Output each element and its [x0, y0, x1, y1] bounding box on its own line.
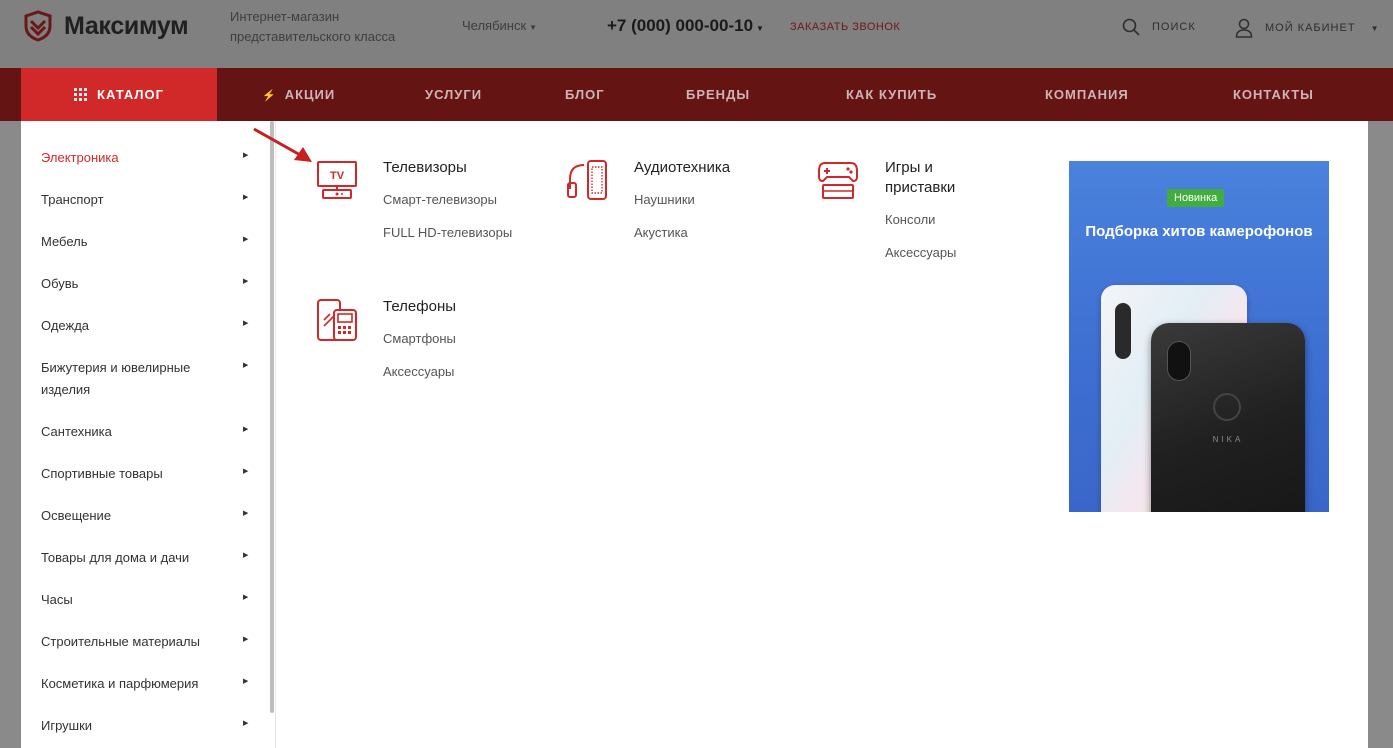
tagline: Интернет-магазин представительского клас…	[230, 9, 396, 44]
phone-brand-label: NIKA	[1212, 435, 1244, 444]
link-smartphones[interactable]: Смартфоны	[383, 331, 456, 346]
sidebar-item-lighting[interactable]: Освещение	[41, 505, 241, 527]
search-label: ПОИСК	[1152, 21, 1196, 33]
link-consoles[interactable]: Консоли	[885, 212, 935, 227]
nav-item-blog[interactable]: БЛОГ	[565, 68, 605, 121]
group-title-tv[interactable]: Телевизоры	[383, 158, 467, 178]
caret-right-icon: ▶	[243, 636, 249, 643]
sidebar-item-building-materials[interactable]: Строительные материалы	[41, 631, 241, 653]
sidebar-item-sports[interactable]: Спортивные товары	[41, 463, 241, 485]
sidebar-item-clothing[interactable]: Одежда	[41, 315, 241, 337]
nav-item-label: АКЦИИ	[284, 87, 336, 102]
nav-catalog-button[interactable]: КАТАЛОГ	[21, 68, 217, 121]
promo-title: Подборка хитов камерофонов	[1085, 223, 1313, 240]
search-button[interactable]: ПОИСК	[1122, 18, 1196, 36]
caret-right-icon: ▶	[243, 426, 249, 433]
nav-item-contacts[interactable]: КОНТАКТЫ	[1233, 68, 1314, 121]
caret-right-icon: ▶	[243, 678, 249, 685]
sidebar-item-electronics[interactable]: Электроника	[41, 147, 241, 169]
sidebar-item-plumbing[interactable]: Сантехника	[41, 421, 241, 443]
gamepad-icon	[818, 162, 858, 199]
link-headphones[interactable]: Наушники	[634, 192, 695, 207]
logo[interactable]: Максимум	[22, 10, 189, 42]
sidebar-item-cosmetics[interactable]: Косметика и парфюмерия	[41, 673, 241, 695]
link-smart-tv[interactable]: Смарт-телевизоры	[383, 192, 497, 207]
sidebar-item-watches[interactable]: Часы	[41, 589, 241, 611]
city-label: Челябинск	[462, 18, 527, 33]
svg-text:TV: TV	[330, 170, 345, 182]
caret-right-icon: ▶	[243, 152, 249, 159]
group-title-audio[interactable]: Аудиотехника	[634, 158, 730, 178]
link-fullhd-tv[interactable]: FULL HD-телевизоры	[383, 225, 512, 240]
phone-number[interactable]: +7 (000) 000-00-10 ▼	[607, 16, 764, 36]
headphones-speaker-icon	[567, 160, 607, 200]
city-selector[interactable]: Челябинск ▼	[462, 18, 537, 33]
chevron-down-icon: ▼	[529, 23, 538, 32]
caret-right-icon: ▶	[243, 236, 249, 243]
promo-banner[interactable]: Новинка Подборка хитов камерофонов NIKA	[1069, 161, 1329, 512]
fingerprint-icon	[1213, 393, 1241, 421]
nav-catalog-label: КАТАЛОГ	[97, 87, 164, 102]
group-title-phones[interactable]: Телефоны	[383, 297, 456, 317]
catalog-sidebar: Электроника ▶ Транспорт ▶ Мебель ▶ Обувь…	[21, 121, 276, 748]
sidebar-item-toys[interactable]: Игрушки	[41, 715, 241, 737]
caret-right-icon: ▶	[243, 278, 249, 285]
camera-icon	[1167, 341, 1191, 381]
shield-logo-icon	[24, 10, 52, 42]
caret-right-icon: ▶	[243, 720, 249, 727]
caret-right-icon: ▶	[243, 362, 249, 369]
nav-item-how-to-buy[interactable]: КАК КУПИТЬ	[846, 68, 937, 121]
nav-item-services[interactable]: УСЛУГИ	[425, 68, 482, 121]
caret-right-icon: ▶	[243, 468, 249, 475]
camera-icon	[1115, 303, 1131, 359]
phones-icon	[317, 299, 357, 341]
caret-right-icon: ▶	[243, 510, 249, 517]
sidebar-item-shoes[interactable]: Обувь	[41, 273, 241, 295]
caret-right-icon: ▶	[243, 594, 249, 601]
caret-right-icon: ▶	[243, 194, 249, 201]
catalog-dropdown: Электроника ▶ Транспорт ▶ Мебель ▶ Обувь…	[21, 121, 1368, 748]
caret-right-icon: ▶	[243, 320, 249, 327]
main-nav: КАТАЛОГ ⚡ АКЦИИ УСЛУГИ БЛОГ БРЕНДЫ КАК КУ…	[0, 68, 1393, 121]
nav-item-brands[interactable]: БРЕНДЫ	[686, 68, 750, 121]
search-icon	[1122, 18, 1140, 36]
tv-icon: TV	[317, 161, 357, 199]
phone-label: +7 (000) 000-00-10	[607, 16, 754, 35]
sidebar-item-home-garden[interactable]: Товары для дома и дачи	[41, 547, 241, 569]
sidebar-item-transport[interactable]: Транспорт	[41, 189, 241, 211]
account-menu[interactable]: МОЙ КАБИНЕТ ▼	[1235, 18, 1379, 38]
lightning-icon: ⚡	[262, 90, 277, 102]
nav-item-sales[interactable]: ⚡ АКЦИИ	[262, 68, 335, 121]
callback-link[interactable]: ЗАКАЗАТЬ ЗВОНОК	[790, 21, 900, 33]
logo-text: Максимум	[64, 11, 189, 40]
link-acoustics[interactable]: Акустика	[634, 225, 688, 240]
grid-icon	[74, 88, 88, 101]
sidebar-scrollbar[interactable]	[270, 121, 274, 713]
phone-image-front: NIKA	[1151, 323, 1305, 512]
user-icon	[1235, 18, 1253, 38]
sidebar-item-furniture[interactable]: Мебель	[41, 231, 241, 253]
caret-right-icon: ▶	[243, 552, 249, 559]
chevron-down-icon: ▼	[1370, 23, 1380, 33]
annotation-arrow-icon	[253, 127, 312, 162]
new-badge: Новинка	[1167, 189, 1225, 207]
sidebar-item-jewelry[interactable]: Бижутерия и ювелирные изделия	[41, 357, 231, 401]
chevron-down-icon: ▼	[756, 24, 764, 33]
link-game-accessories[interactable]: Аксессуары	[885, 245, 956, 260]
site-header: Максимум Интернет-магазин представительс…	[0, 0, 1393, 68]
account-label: МОЙ КАБИНЕТ	[1265, 22, 1356, 34]
link-phone-accessories[interactable]: Аксессуары	[383, 364, 454, 379]
nav-item-company[interactable]: КОМПАНИЯ	[1045, 68, 1129, 121]
group-title-games[interactable]: Игры и приставки	[885, 158, 995, 198]
